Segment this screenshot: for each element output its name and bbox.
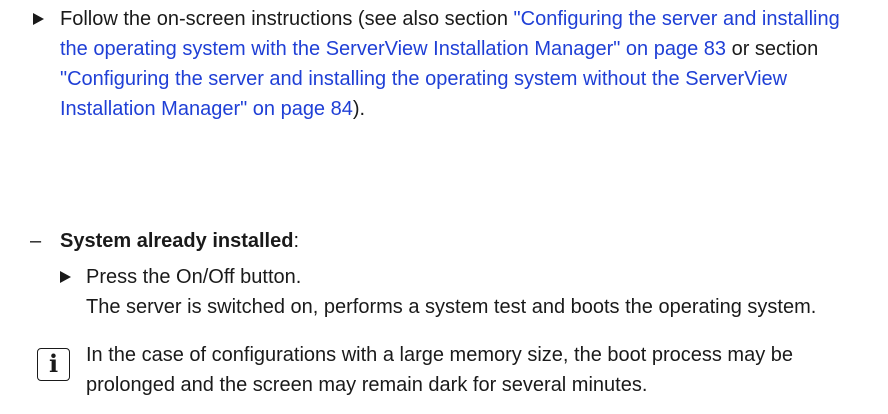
step-press-button: Press the On/Off button. The server is s…: [86, 262, 846, 322]
system-installed-heading: System already installed:: [60, 230, 300, 252]
step-arrow-icon: [33, 13, 44, 25]
step-instruction: Press the On/Off button.: [86, 266, 302, 288]
link-configuring-without-installation-manager[interactable]: "Configuring the server and installing t…: [60, 68, 787, 120]
step-follow-instructions: Follow the on-screen instructions (see a…: [60, 8, 840, 120]
step-result: The server is switched on, performs a sy…: [86, 296, 817, 318]
step-arrow-icon: [60, 271, 71, 283]
dash-bullet: –: [30, 230, 42, 252]
info-icon: i: [37, 348, 70, 381]
note-text: In the case of configurations with a lar…: [86, 344, 794, 396]
